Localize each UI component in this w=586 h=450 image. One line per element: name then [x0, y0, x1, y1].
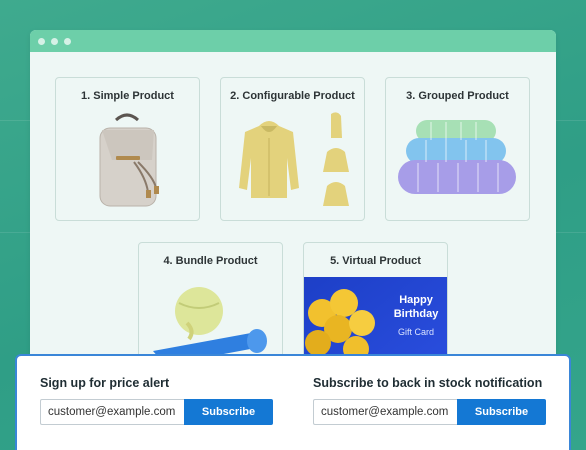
- background-line: [556, 232, 586, 233]
- product-title: 3. Grouped Product: [406, 90, 509, 102]
- price-alert-subscribe-button[interactable]: Subscribe: [184, 399, 273, 425]
- product-card-simple[interactable]: 1. Simple Product: [55, 77, 200, 221]
- product-title: 1. Simple Product: [81, 90, 174, 102]
- stock-alert-field-row: Subscribe: [313, 399, 546, 425]
- backpack-image: [99, 113, 159, 207]
- background-line: [0, 120, 30, 121]
- gift-card-line2: Birthday: [393, 308, 439, 320]
- product-title: 4. Bundle Product: [163, 255, 258, 267]
- browser-window: 1. Simple Product 2. Configurable Produc…: [30, 30, 556, 370]
- alert-signup-panel: Sign up for price alert Subscribe Subscr…: [15, 354, 571, 450]
- maximize-dot[interactable]: [64, 37, 71, 45]
- stock-alert-form: Subscribe to back in stock notification …: [313, 376, 546, 425]
- product-title: 5. Virtual Product: [330, 255, 421, 267]
- product-card-virtual[interactable]: 5. Virtual Product Happy Birthday Gift C…: [303, 242, 448, 370]
- price-alert-form: Sign up for price alert Subscribe: [40, 376, 273, 425]
- stock-alert-heading: Subscribe to back in stock notification: [313, 376, 543, 390]
- product-card-configurable[interactable]: 2. Configurable Product: [220, 77, 365, 221]
- stock-alert-email-input[interactable]: [313, 399, 457, 425]
- minimize-dot[interactable]: [51, 37, 58, 45]
- product-card-bundle[interactable]: 4. Bundle Product: [138, 242, 283, 370]
- product-title: 2. Configurable Product: [230, 90, 355, 102]
- price-alert-email-input[interactable]: [40, 399, 184, 425]
- close-dot[interactable]: [38, 37, 45, 45]
- price-alert-field-row: Subscribe: [40, 399, 273, 425]
- product-card-grouped[interactable]: 3. Grouped Product: [385, 77, 530, 221]
- foam-rollers-image: [398, 120, 516, 194]
- stock-alert-subscribe-button[interactable]: Subscribe: [457, 399, 546, 425]
- price-alert-heading: Sign up for price alert: [40, 376, 170, 390]
- gift-card-label: Gift Card: [397, 327, 434, 337]
- background-line: [0, 232, 30, 233]
- gift-card-greeting: Happy Birthday: [388, 293, 444, 321]
- window-titlebar: [30, 30, 556, 52]
- gift-card-line1: Happy: [399, 294, 433, 306]
- hoodie-image: [239, 112, 349, 206]
- background-line: [556, 120, 586, 121]
